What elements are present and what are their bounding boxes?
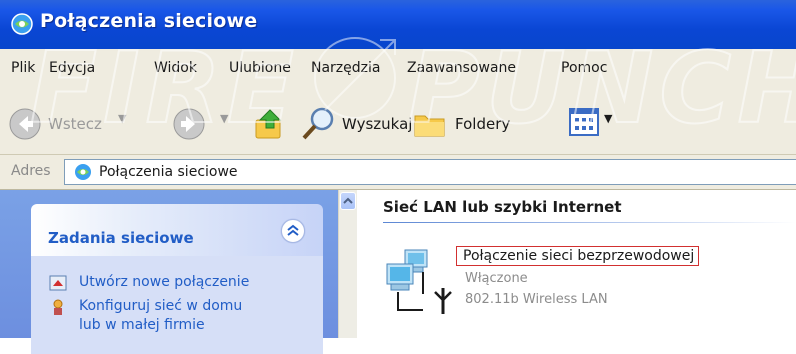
search-button[interactable]: Wyszukaj — [298, 102, 412, 146]
home-network-wizard-icon — [53, 299, 63, 315]
forward-button[interactable]: ▼ — [172, 104, 232, 144]
views-button[interactable]: ▼ — [568, 106, 628, 142]
folders-label: Foldery — [455, 115, 511, 133]
up-folder-icon[interactable] — [252, 106, 288, 142]
network-connections-icon — [11, 13, 33, 35]
vertical-scrollbar[interactable] — [338, 190, 357, 338]
address-bar: Adres Połączenia sieciowe — [0, 155, 796, 190]
views-dropdown-icon[interactable]: ▼ — [604, 112, 612, 125]
chevron-up-icon — [287, 224, 299, 236]
address-field[interactable]: Połączenia sieciowe — [64, 159, 796, 185]
folders-icon — [414, 115, 445, 137]
address-label: Adres — [11, 163, 51, 179]
task-new-connection[interactable]: Utwórz nowe połączenie — [31, 256, 323, 291]
forward-arrow-icon — [173, 108, 205, 140]
folders-button[interactable]: Foldery — [412, 102, 552, 146]
search-label: Wyszukaj — [342, 115, 413, 133]
menu-advanced[interactable]: Zaawansowane — [407, 60, 516, 76]
address-value: Połączenia sieciowe — [99, 164, 238, 180]
menu-bar: Plik Edycja Widok Ulubione Narzędzia Zaa… — [0, 49, 796, 95]
main-content: Sieć LAN lub szybki Internet Połączenie … — [357, 190, 796, 338]
connection-device: 802.11b Wireless LAN — [465, 292, 608, 307]
back-button[interactable]: Wstecz ▼ — [8, 104, 148, 144]
network-tasks-header[interactable]: Zadania sieciowe — [31, 204, 323, 256]
network-tasks-body: Utwórz nowe połączenie Konfiguruj sieć w… — [31, 256, 323, 354]
menu-view[interactable]: Widok — [154, 60, 197, 76]
task-home-network-label-2: lub w małej firmie — [79, 317, 205, 333]
task-home-network[interactable]: Konfiguruj sieć w domu lub w małej firmi… — [31, 296, 323, 346]
scroll-up-button[interactable] — [340, 192, 356, 210]
menu-favorites[interactable]: Ulubione — [229, 60, 291, 76]
back-arrow-icon — [9, 108, 41, 140]
connection-status: Włączone — [465, 271, 528, 286]
network-tasks-panel: Zadania sieciowe Utwórz nowe połączenie — [31, 204, 323, 354]
task-home-network-label-1: Konfiguruj sieć w domu — [79, 298, 243, 314]
menu-tools[interactable]: Narzędzia — [311, 60, 380, 76]
group-divider — [383, 222, 796, 223]
title-bar: Połączenia sieciowe — [0, 0, 796, 49]
new-connection-icon — [49, 275, 67, 291]
window-title: Połączenia sieciowe — [40, 10, 258, 32]
task-pane: Zadania sieciowe Utwórz nowe połączenie — [0, 190, 338, 354]
back-dropdown-icon[interactable]: ▼ — [118, 112, 126, 125]
network-tasks-title: Zadania sieciowe — [48, 229, 194, 247]
forward-dropdown-icon[interactable]: ▼ — [220, 112, 228, 125]
menu-help[interactable]: Pomoc — [561, 60, 607, 76]
menu-file[interactable]: Plik — [11, 60, 35, 76]
search-icon — [302, 107, 334, 140]
network-connections-icon — [75, 164, 91, 180]
chevron-up-icon — [343, 197, 353, 204]
back-label: Wstecz — [48, 115, 102, 133]
collapse-button[interactable] — [281, 219, 305, 243]
toolbar: Wstecz ▼ ▼ Wyszukaj Foldery ▼ — [0, 94, 796, 155]
wireless-network-connection-icon — [386, 249, 452, 314]
task-new-connection-label: Utwórz nowe połączenie — [79, 274, 250, 290]
views-icon — [569, 108, 599, 136]
group-title: Sieć LAN lub szybki Internet — [383, 198, 622, 216]
connection-name: Połączenie sieci bezprzewodowej — [456, 246, 700, 266]
menu-edit[interactable]: Edycja — [49, 60, 95, 76]
